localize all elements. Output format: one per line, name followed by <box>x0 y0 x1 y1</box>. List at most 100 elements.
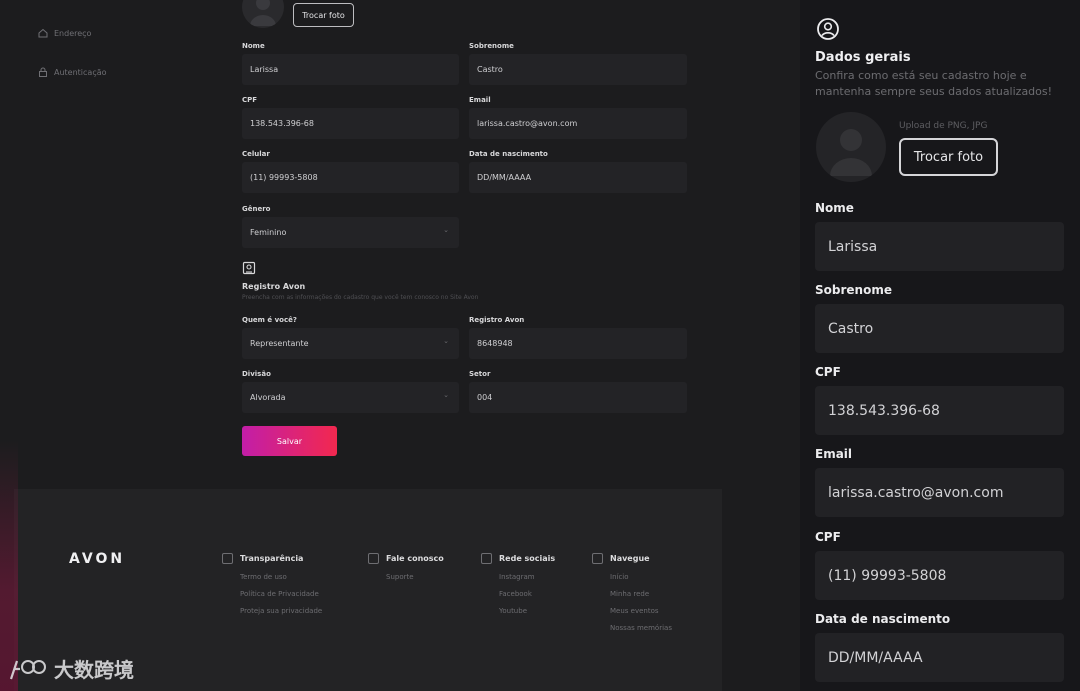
cpf-label: CPF <box>242 96 258 104</box>
square-icon <box>368 553 379 564</box>
setor-value: 004 <box>477 393 493 402</box>
panel-cpf-field[interactable]: 138.543.396-68 <box>815 386 1064 435</box>
panel-nascimento-label: Data de nascimento <box>815 612 951 626</box>
chevron-down-icon: ⌄ <box>443 337 449 345</box>
chevron-down-icon: ⌄ <box>443 226 449 234</box>
footer-link-termo[interactable]: Termo de uso <box>222 573 322 581</box>
setor-label: Setor <box>469 370 491 378</box>
panel-celular-label: CPF <box>815 530 841 544</box>
nome-field[interactable]: Larissa <box>242 54 459 85</box>
panel-description-line-1: Confira como está seu cadastro hoje e <box>815 69 1027 82</box>
panel-nome-label: Nome <box>815 201 854 215</box>
panel-description-line-2: mantenha sempre seus dados atualizados! <box>815 85 1053 98</box>
cpf-value: 138.543.396-68 <box>250 119 314 128</box>
watermark: 大数跨境 <box>8 654 134 683</box>
footer-column-title: Fale conosco <box>386 554 444 563</box>
sobrenome-field[interactable]: Castro <box>469 54 687 85</box>
footer-link-instagram[interactable]: Instagram <box>481 573 555 581</box>
divisao-label: Divisão <box>242 370 271 378</box>
divisao-select[interactable]: Alvorada ⌄ <box>242 382 459 413</box>
celular-field[interactable]: (11) 99993-5808 <box>242 162 459 193</box>
footer-column-transparencia: Transparência Termo de uso Política de P… <box>222 553 322 615</box>
footer-column-redes: Rede sociais Instagram Facebook Youtube <box>481 553 555 615</box>
sidebar-item-endereco[interactable]: Endereço <box>38 28 91 38</box>
email-field[interactable]: larissa.castro@avon.com <box>469 108 687 139</box>
genero-select[interactable]: Feminino ⌄ <box>242 217 459 248</box>
registro-subtitle: Preencha com as informações do cadastro … <box>242 294 479 301</box>
footer-link-privacidade[interactable]: Política de Privacidade <box>222 590 322 598</box>
nome-label: Nome <box>242 42 265 50</box>
divisao-value: Alvorada <box>250 393 286 402</box>
panel-nascimento-field[interactable]: DD/MM/AAAA <box>815 633 1064 682</box>
panel-email-value: larissa.castro@avon.com <box>828 484 1004 501</box>
panel-celular-field[interactable]: (11) 99993-5808 <box>815 551 1064 600</box>
panel-title: Dados gerais <box>815 50 911 65</box>
user-silhouette-icon <box>830 129 872 176</box>
footer-column-title: Transparência <box>240 554 304 563</box>
footer-link-suporte[interactable]: Suporte <box>368 573 444 581</box>
registro-avon-field[interactable]: 8648948 <box>469 328 687 359</box>
footer-link-meus-eventos[interactable]: Meus eventos <box>592 607 672 615</box>
watermark-logo-icon <box>9 659 46 679</box>
user-silhouette-icon <box>250 0 276 26</box>
quem-value: Representante <box>250 339 309 348</box>
watermark-text: 大数跨境 <box>54 658 134 682</box>
change-photo-button[interactable]: Trocar foto <box>293 3 354 27</box>
genero-value: Feminino <box>250 228 287 237</box>
nascimento-label: Data de nascimento <box>469 150 548 158</box>
square-icon <box>481 553 492 564</box>
footer-link-facebook[interactable]: Facebook <box>481 590 555 598</box>
cpf-field[interactable]: 138.543.396-68 <box>242 108 459 139</box>
footer-link-minha-rede[interactable]: Minha rede <box>592 590 672 598</box>
registro-title: Registro Avon <box>242 282 306 291</box>
square-icon <box>222 553 233 564</box>
panel-avatar <box>816 112 886 182</box>
footer-column-navegue: Navegue Início Minha rede Meus eventos N… <box>592 553 672 632</box>
sidebar-item-label: Endereço <box>54 28 92 38</box>
panel-nascimento-value: DD/MM/AAAA <box>828 649 923 666</box>
chevron-down-icon: ⌄ <box>443 391 449 399</box>
panel-email-field[interactable]: larissa.castro@avon.com <box>815 468 1064 517</box>
setor-field[interactable]: 004 <box>469 382 687 413</box>
registro-avon-label: Registro Avon <box>469 316 525 324</box>
footer-link-youtube[interactable]: Youtube <box>481 607 555 615</box>
panel-change-photo-button[interactable]: Trocar foto <box>899 138 998 176</box>
panel-sobrenome-field[interactable]: Castro <box>815 304 1064 353</box>
lock-icon <box>39 67 47 77</box>
save-button[interactable]: Salvar <box>242 426 337 456</box>
user-circle-icon <box>817 18 839 40</box>
footer-column-fale-conosco: Fale conosco Suporte <box>368 553 444 581</box>
panel-cpf-label: CPF <box>815 365 841 379</box>
panel-celular-value: (11) 99993-5808 <box>828 567 947 584</box>
footer-column-title: Navegue <box>610 554 650 563</box>
email-value: larissa.castro@avon.com <box>477 119 578 128</box>
footer-link-inicio[interactable]: Início <box>592 573 672 581</box>
main-app: Endereço Autenticação Trocar foto Nome L… <box>0 0 800 691</box>
quem-label: Quem é você? <box>242 316 297 324</box>
celular-value: (11) 99993-5808 <box>250 173 318 182</box>
upload-hint: Upload de PNG, JPG <box>899 121 988 131</box>
id-card-icon <box>242 261 256 275</box>
footer-link-proteja[interactable]: Proteja sua privacidade <box>222 607 322 615</box>
footer-link-memorias[interactable]: Nossas memórias <box>592 624 672 632</box>
sobrenome-label: Sobrenome <box>469 42 514 50</box>
panel-sobrenome-label: Sobrenome <box>815 283 892 297</box>
quem-select[interactable]: Representante ⌄ <box>242 328 459 359</box>
registro-avon-value: 8648948 <box>477 339 513 348</box>
panel-nome-value: Larissa <box>828 238 878 255</box>
avon-logo: AVON <box>69 551 126 567</box>
panel-cpf-value: 138.543.396-68 <box>828 402 940 419</box>
email-label: Email <box>469 96 491 104</box>
genero-label: Gênero <box>242 205 271 213</box>
sobrenome-value: Castro <box>477 65 503 74</box>
sidebar-item-label: Autenticação <box>54 67 107 77</box>
home-icon <box>38 28 48 38</box>
birthdate-field[interactable]: DD/MM/AAAA <box>469 162 687 193</box>
sidebar-item-autenticacao[interactable]: Autenticação <box>38 67 107 77</box>
celular-label: Celular <box>242 150 270 158</box>
birthdate-value: DD/MM/AAAA <box>477 173 532 182</box>
avatar <box>242 0 284 28</box>
panel-sobrenome-value: Castro <box>828 320 874 337</box>
nome-value: Larissa <box>250 65 279 74</box>
panel-nome-field[interactable]: Larissa <box>815 222 1064 271</box>
